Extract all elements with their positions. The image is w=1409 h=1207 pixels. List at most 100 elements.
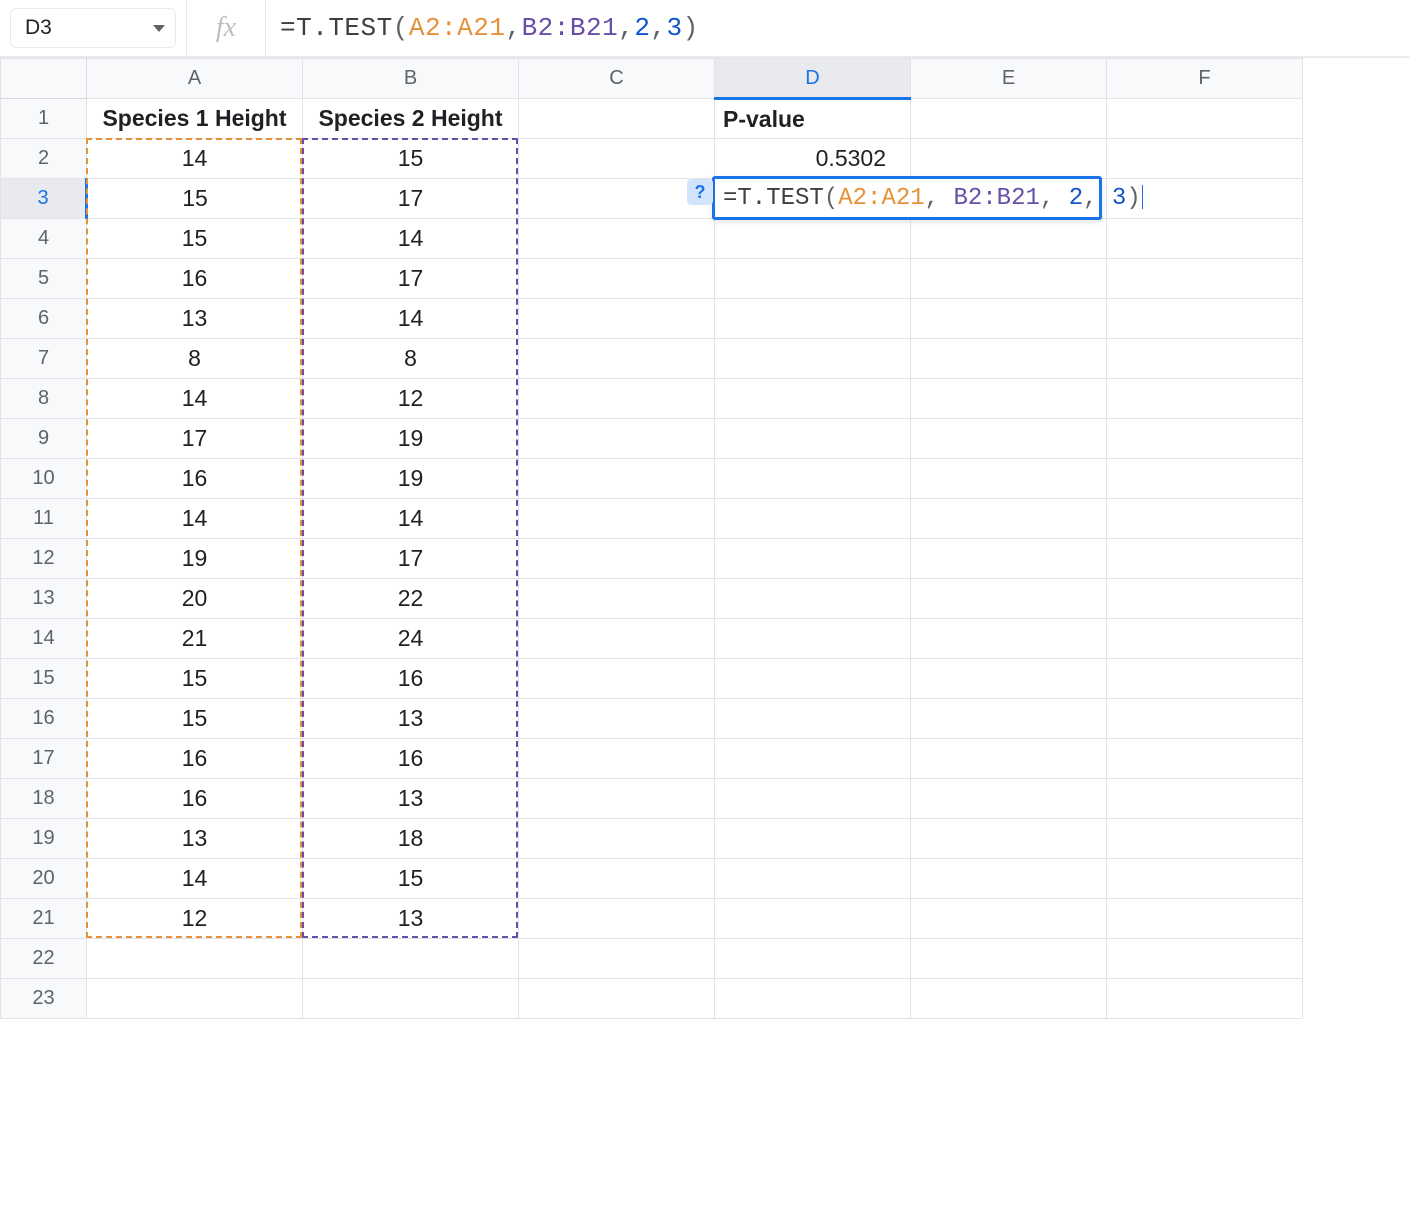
cell-F12[interactable] <box>1107 539 1303 579</box>
cell-D8[interactable] <box>715 379 911 419</box>
cell-B9[interactable]: 19 <box>303 419 519 459</box>
row-header-6[interactable]: 6 <box>1 299 87 339</box>
row-header-5[interactable]: 5 <box>1 259 87 299</box>
col-header-D[interactable]: D <box>715 59 911 99</box>
cell-C23[interactable] <box>519 979 715 1019</box>
cell-A2[interactable]: 14 <box>87 139 303 179</box>
name-box[interactable]: D3 <box>10 8 176 48</box>
col-header-C[interactable]: C <box>519 59 715 99</box>
cell-C14[interactable] <box>519 619 715 659</box>
cell-E2[interactable] <box>911 139 1107 179</box>
row-header-14[interactable]: 14 <box>1 619 87 659</box>
cell-D9[interactable] <box>715 419 911 459</box>
cell-A19[interactable]: 13 <box>87 819 303 859</box>
cell-C1[interactable] <box>519 99 715 139</box>
cell-C16[interactable] <box>519 699 715 739</box>
cell-B23[interactable] <box>303 979 519 1019</box>
formula-help-icon[interactable]: ? <box>687 179 713 205</box>
cell-C3[interactable] <box>519 179 715 219</box>
cell-D18[interactable] <box>715 779 911 819</box>
cell-B20[interactable]: 15 <box>303 859 519 899</box>
cell-E8[interactable] <box>911 379 1107 419</box>
cell-E23[interactable] <box>911 979 1107 1019</box>
cell-E1[interactable] <box>911 99 1107 139</box>
cell-A12[interactable]: 19 <box>87 539 303 579</box>
cell-E22[interactable] <box>911 939 1107 979</box>
cell-E11[interactable] <box>911 499 1107 539</box>
cell-E9[interactable] <box>911 419 1107 459</box>
row-header-3[interactable]: 3 <box>1 179 87 219</box>
cell-A22[interactable] <box>87 939 303 979</box>
select-all-corner[interactable] <box>1 59 87 99</box>
cell-C7[interactable] <box>519 339 715 379</box>
cell-C2[interactable] <box>519 139 715 179</box>
cell-F15[interactable] <box>1107 659 1303 699</box>
cell-D1[interactable]: P-value <box>715 99 911 139</box>
cell-A16[interactable]: 15 <box>87 699 303 739</box>
cell-D13[interactable] <box>715 579 911 619</box>
cell-F5[interactable] <box>1107 259 1303 299</box>
row-header-20[interactable]: 20 <box>1 859 87 899</box>
cell-B22[interactable] <box>303 939 519 979</box>
cell-E17[interactable] <box>911 739 1107 779</box>
cell-E15[interactable] <box>911 659 1107 699</box>
cell-F8[interactable] <box>1107 379 1303 419</box>
cell-C9[interactable] <box>519 419 715 459</box>
cell-A4[interactable]: 15 <box>87 219 303 259</box>
cell-C10[interactable] <box>519 459 715 499</box>
formula-bar[interactable]: =T.TEST(A2:A21, B2:B21, 2, 3) <box>266 0 1409 56</box>
row-header-12[interactable]: 12 <box>1 539 87 579</box>
cell-D11[interactable] <box>715 499 911 539</box>
cell-E4[interactable] <box>911 219 1107 259</box>
cell-F14[interactable] <box>1107 619 1303 659</box>
cell-F22[interactable] <box>1107 939 1303 979</box>
cell-A11[interactable]: 14 <box>87 499 303 539</box>
cell-D6[interactable] <box>715 299 911 339</box>
cell-E21[interactable] <box>911 899 1107 939</box>
row-header-13[interactable]: 13 <box>1 579 87 619</box>
cell-E19[interactable] <box>911 819 1107 859</box>
cell-E20[interactable] <box>911 859 1107 899</box>
row-header-22[interactable]: 22 <box>1 939 87 979</box>
row-header-1[interactable]: 1 <box>1 99 87 139</box>
cell-C17[interactable] <box>519 739 715 779</box>
cell-B6[interactable]: 14 <box>303 299 519 339</box>
row-header-23[interactable]: 23 <box>1 979 87 1019</box>
cell-D5[interactable] <box>715 259 911 299</box>
cell-F21[interactable] <box>1107 899 1303 939</box>
cell-C12[interactable] <box>519 539 715 579</box>
cell-A9[interactable]: 17 <box>87 419 303 459</box>
cell-E10[interactable] <box>911 459 1107 499</box>
cell-C13[interactable] <box>519 579 715 619</box>
row-header-21[interactable]: 21 <box>1 899 87 939</box>
cell-B12[interactable]: 17 <box>303 539 519 579</box>
cell-D4[interactable] <box>715 219 911 259</box>
cell-B16[interactable]: 13 <box>303 699 519 739</box>
cell-B4[interactable]: 14 <box>303 219 519 259</box>
cell-D22[interactable] <box>715 939 911 979</box>
cell-C8[interactable] <box>519 379 715 419</box>
cell-C6[interactable] <box>519 299 715 339</box>
row-header-19[interactable]: 19 <box>1 819 87 859</box>
cell-A7[interactable]: 8 <box>87 339 303 379</box>
cell-A1[interactable]: Species 1 Height <box>87 99 303 139</box>
col-header-A[interactable]: A <box>87 59 303 99</box>
cell-C4[interactable] <box>519 219 715 259</box>
cell-B7[interactable]: 8 <box>303 339 519 379</box>
cell-B10[interactable]: 19 <box>303 459 519 499</box>
row-header-11[interactable]: 11 <box>1 499 87 539</box>
row-header-18[interactable]: 18 <box>1 779 87 819</box>
cell-A3[interactable]: 15 <box>87 179 303 219</box>
cell-E16[interactable] <box>911 699 1107 739</box>
row-header-4[interactable]: 4 <box>1 219 87 259</box>
cell-F20[interactable] <box>1107 859 1303 899</box>
cell-D2[interactable]: 0.5302 <box>715 139 911 179</box>
cell-A21[interactable]: 12 <box>87 899 303 939</box>
row-header-15[interactable]: 15 <box>1 659 87 699</box>
cell-F7[interactable] <box>1107 339 1303 379</box>
cell-E6[interactable] <box>911 299 1107 339</box>
cell-D21[interactable] <box>715 899 911 939</box>
cell-B8[interactable]: 12 <box>303 379 519 419</box>
cell-D16[interactable] <box>715 699 911 739</box>
cell-B5[interactable]: 17 <box>303 259 519 299</box>
